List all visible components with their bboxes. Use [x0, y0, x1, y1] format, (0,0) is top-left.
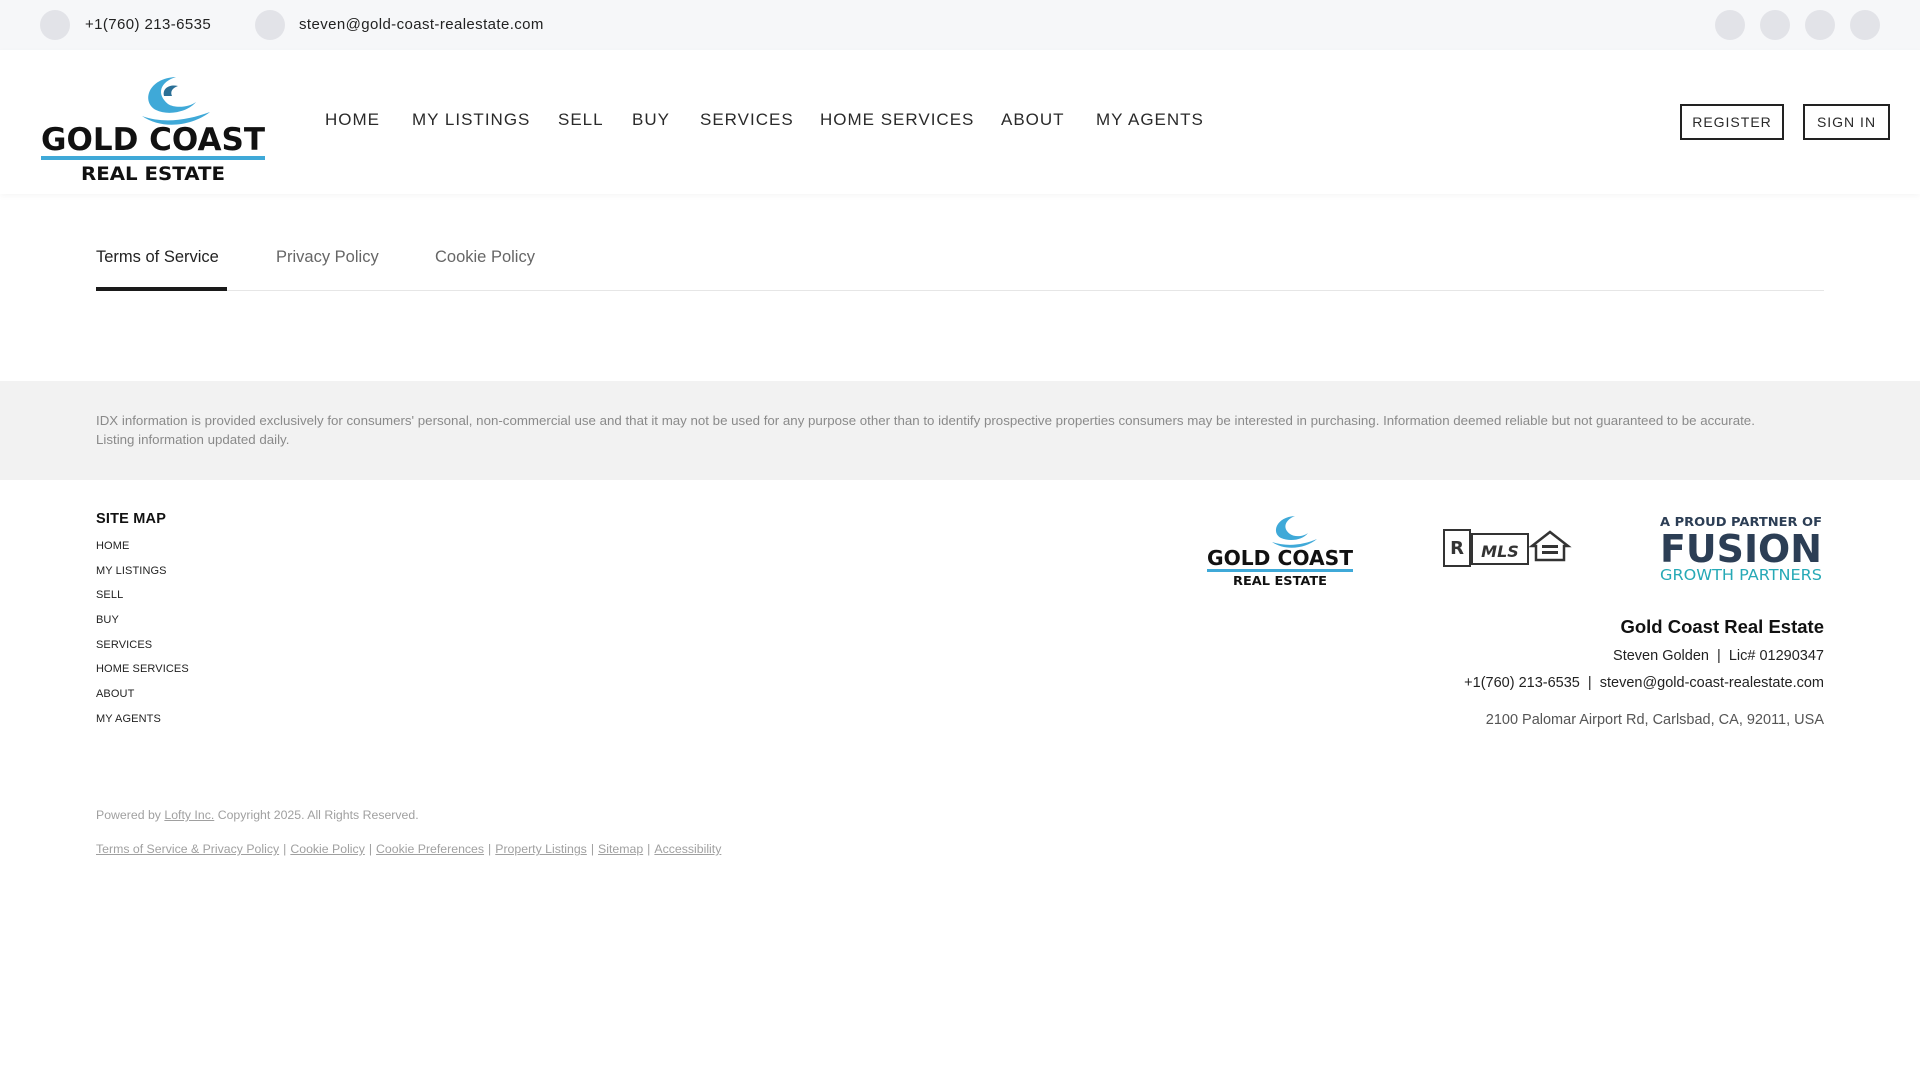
link-separator: | — [368, 842, 373, 856]
svg-text:R: R — [1450, 538, 1464, 559]
logo-bar — [41, 156, 265, 160]
fusion-growth-partners-logo: A PROUD PARTNER OF FUSION GROWTH PARTNER… — [1660, 515, 1822, 582]
instagram-icon[interactable] — [1760, 10, 1790, 40]
top-contact-bar: +1(760) 213-6535 steven@gold-coast-reale… — [0, 0, 1920, 50]
link-separator: | — [283, 842, 287, 856]
lofty-link[interactable]: Lofty Inc. — [164, 808, 214, 822]
nav-services[interactable]: SERVICES — [700, 110, 794, 130]
equal-housing-icon — [1528, 530, 1572, 562]
contact-line[interactable]: +1(760) 213-6535 | steven@gold-coast-rea… — [1464, 675, 1824, 691]
agent-license-line: Steven Golden | Lic# 01290347 — [1613, 648, 1824, 664]
nav-home-services[interactable]: HOME SERVICES — [820, 110, 974, 130]
mls-text: MLS — [1481, 542, 1519, 561]
link-accessibility[interactable]: Accessibility — [654, 842, 721, 856]
logo-text-gold-coast: GOLD COAST — [41, 122, 265, 158]
nav-about[interactable]: ABOUT — [1001, 110, 1065, 130]
email-icon[interactable] — [255, 10, 285, 40]
tab-cookie-policy[interactable]: Cookie Policy — [435, 248, 535, 267]
sign-in-button[interactable]: SIGN IN — [1803, 104, 1890, 140]
footer-logo-text-gold-coast: GOLD COAST — [1207, 546, 1353, 570]
nav-home[interactable]: HOME — [325, 110, 380, 130]
link-separator: | — [590, 842, 595, 856]
topbar-email[interactable]: steven@gold-coast-realestate.com — [299, 0, 544, 50]
office-address: 2100 Palomar Airport Rd, Carlsbad, CA, 9… — [1485, 712, 1824, 728]
logo-text-real-estate: REAL ESTATE — [81, 163, 225, 182]
company-name: Gold Coast Real Estate — [1620, 616, 1824, 637]
sitemap-my-agents[interactable]: MY AGENTS — [96, 713, 161, 725]
sitemap-about[interactable]: ABOUT — [96, 688, 134, 700]
nav-buy[interactable]: BUY — [632, 110, 670, 130]
powered-by-line: Powered by Lofty Inc. Copyright 2025. Al… — [96, 808, 419, 822]
sitemap-services[interactable]: SERVICES — [96, 639, 152, 651]
sitemap-title: SITE MAP — [96, 511, 167, 527]
link-cookie-policy[interactable]: Cookie Policy — [290, 842, 365, 856]
link-separator: | — [488, 842, 492, 856]
policy-tabs: Terms of Service Privacy Policy Cookie P… — [96, 238, 1824, 291]
nav-sell[interactable]: SELL — [558, 110, 604, 130]
sitemap-home[interactable]: HOME — [96, 540, 129, 552]
idx-disclaimer-text: IDX information is provided exclusively … — [96, 413, 1755, 447]
link-cookie-preferences[interactable]: Cookie Preferences — [376, 842, 484, 856]
sitemap-sell[interactable]: SELL — [96, 589, 123, 601]
main-header: GOLD COAST REAL ESTATE HOME MY LISTINGS … — [0, 50, 1920, 194]
linkedin-icon[interactable] — [1805, 10, 1835, 40]
facebook-icon[interactable] — [1715, 10, 1745, 40]
tab-privacy-policy[interactable]: Privacy Policy — [276, 248, 379, 267]
topbar-phone[interactable]: +1(760) 213-6535 — [85, 0, 211, 50]
legal-links: Terms of Service & Privacy Policy | Cookie… — [96, 842, 721, 856]
active-tab-indicator — [96, 287, 227, 291]
link-terms-privacy[interactable]: Terms of Service & Privacy Policy — [96, 842, 279, 856]
sitemap-my-listings[interactable]: MY LISTINGS — [96, 565, 167, 577]
realtor-mls-equal-housing-logo: R MLS — [1443, 529, 1572, 567]
powered-prefix: Powered by — [96, 808, 161, 822]
nav-my-listings[interactable]: MY LISTINGS — [412, 110, 530, 130]
fusion-line2: FUSION — [1660, 527, 1822, 571]
link-separator: | — [647, 842, 651, 856]
phone-icon[interactable] — [40, 10, 70, 40]
footer-logo-text-real-estate: REAL ESTATE — [1233, 573, 1327, 586]
link-sitemap[interactable]: Sitemap — [598, 842, 643, 856]
copyright-text: Copyright 2025. All Rights Reserved. — [217, 808, 419, 822]
fusion-line3: GROWTH PARTNERS — [1660, 566, 1822, 582]
nav-my-agents[interactable]: MY AGENTS — [1096, 110, 1204, 130]
register-button[interactable]: REGISTER — [1680, 104, 1784, 140]
tab-terms-of-service[interactable]: Terms of Service — [96, 248, 219, 267]
link-property-listings[interactable]: Property Listings — [495, 842, 587, 856]
idx-disclaimer-section: IDX information is provided exclusively … — [0, 381, 1920, 480]
gold-coast-logo[interactable]: GOLD COAST REAL ESTATE — [38, 64, 268, 182]
twitter-icon[interactable] — [1850, 10, 1880, 40]
sitemap-buy[interactable]: BUY — [96, 614, 119, 626]
footer-gold-coast-logo: GOLD COAST REAL ESTATE — [1207, 516, 1353, 586]
sitemap-home-services[interactable]: HOME SERVICES — [96, 663, 189, 675]
